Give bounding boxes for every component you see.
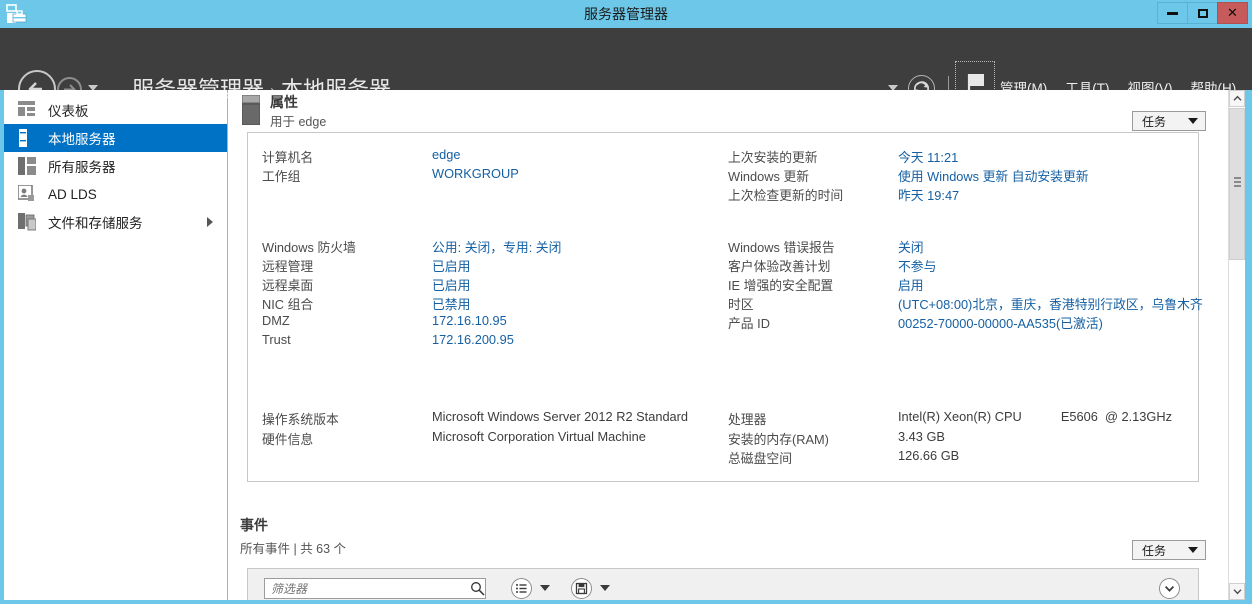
scroll-up-button[interactable] [1229,90,1245,107]
events-filter-bar [247,568,1199,600]
events-subtitle: 所有事件 | 共 63 个 [240,542,347,556]
property-value-hardware-info: Microsoft Corporation Virtual Machine [432,429,646,444]
property-label: 产品 ID [728,316,770,331]
property-label: 操作系统版本 [262,412,339,427]
server-manager-window: 服务器管理器 ✕ 服务器管理器›本地服务器 [0,0,1252,604]
property-value-ie-esc[interactable]: 启用 [898,275,924,294]
chevron-up-icon [1232,95,1242,101]
property-value-timezone[interactable]: (UTC+08:00)北京，重庆，香港特别行政区，乌鲁木齐 [898,294,1203,313]
property-label: 远程管理 [262,259,314,274]
chevron-down-icon [1188,547,1198,553]
property-value-computer-name[interactable]: edge [432,147,460,162]
query-list-icon[interactable] [511,578,532,599]
chevron-down-icon [1232,589,1242,595]
property-label: NIC 组合 [262,297,314,312]
server-icon [18,129,40,147]
window-controls: ✕ [1157,2,1248,26]
property-label: 上次安装的更新 [728,150,818,165]
sidebar-item-label: 本地服务器 [48,132,116,147]
ad-lds-icon [17,184,40,203]
dashboard-icon [18,101,40,119]
scroll-down-button[interactable] [1229,583,1245,600]
query-dropdown-chevron-down-icon[interactable] [540,585,550,591]
property-label: 上次检查更新的时间 [728,188,844,203]
property-value-error-reporting[interactable]: 关闭 [898,237,924,256]
property-label: Windows 错误报告 [728,240,835,255]
property-value-ceip[interactable]: 不参与 [898,256,936,275]
save-icon[interactable] [571,578,592,599]
events-title: 事件 [240,517,268,533]
chevron-right-icon [207,217,213,227]
grip-icon [1234,177,1241,189]
sidebar-item-dashboard[interactable]: 仪表板 [4,96,227,124]
page-title: 属性 [270,94,298,110]
scrollbar-thumb[interactable] [1229,108,1245,260]
properties-panel: 计算机名 edge 工作组 WORKGROUP 上次安装的更新 今天 11:21… [247,132,1203,482]
property-value-product-id[interactable]: 00252-70000-00000-AA535(已激活) [898,313,1103,332]
sidebar-item-label: 所有服务器 [48,160,116,175]
page-subtitle: 用于 edge [270,115,327,129]
chevron-down-icon [1188,118,1198,124]
property-label: 计算机名 [262,150,314,165]
property-value-workgroup[interactable]: WORKGROUP [432,166,519,181]
property-label: 工作组 [262,169,301,184]
content-pane: 属性 用于 edge 任务 计算机名 edge 工作组 WORKGROUP 上次… [228,90,1228,600]
sidebar-item-label: AD LDS [48,186,97,202]
sidebar: 仪表板 本地服务器 所有服务器 AD LDS 文件和存储服务 [4,90,227,600]
property-value-os-version: Microsoft Windows Server 2012 R2 Standar… [432,409,689,424]
property-value-total-disk-space: 126.66 GB [898,448,960,463]
property-label: 处理器 [728,412,767,427]
property-value-trust[interactable]: 172.16.200.95 [432,332,514,347]
property-value-firewall[interactable]: 公用: 关闭，专用: 关闭 [432,237,561,256]
server-icon [241,94,261,126]
chevron-down-circle-icon[interactable] [1159,578,1180,599]
property-label: 远程桌面 [262,278,314,293]
property-label: IE 增强的安全配置 [728,278,834,293]
navigation-bar: 服务器管理器›本地服务器 管理(M) 工具(T) 视图(V) 帮助(H) [0,28,1252,113]
all-servers-icon [18,157,40,175]
sidebar-item-ad-lds[interactable]: AD LDS [4,180,227,208]
property-value-windows-update[interactable]: 使用 Windows 更新 自动安装更新 [898,166,1089,185]
file-storage-icon [18,213,40,231]
property-label: 时区 [728,297,754,312]
window-title: 服务器管理器 [584,6,668,22]
search-icon[interactable] [470,581,485,600]
close-button[interactable]: ✕ [1217,2,1248,24]
property-label: 客户体验改善计划 [728,259,831,274]
property-value-processor: Intel(R) Xeon(R) CPU E5606 @ 2.13GHz [898,409,1173,424]
sidebar-item-local-server[interactable]: 本地服务器 [4,124,227,152]
events-tasks-button[interactable]: 任务 [1132,540,1206,560]
property-value-installed-memory: 3.43 GB [898,429,945,444]
property-label: 安装的内存(RAM) [728,432,829,447]
property-value-last-installed-update[interactable]: 今天 11:21 [898,147,958,166]
tasks-label: 任务 [1142,114,1167,129]
property-label: DMZ [262,313,290,328]
property-value-dmz[interactable]: 172.16.10.95 [432,313,507,328]
filter-input[interactable] [264,578,486,599]
properties-tasks-button[interactable]: 任务 [1132,111,1206,131]
property-value-last-checked-update[interactable]: 昨天 19:47 [898,185,959,204]
property-label: Trust [262,332,291,347]
save-dropdown-chevron-down-icon[interactable] [600,585,610,591]
sidebar-item-label: 仪表板 [48,104,89,119]
title-bar: 服务器管理器 ✕ [0,0,1252,28]
maximize-button[interactable] [1187,2,1218,24]
property-value-remote-management[interactable]: 已启用 [432,256,470,275]
property-label: Windows 防火墙 [262,240,356,255]
sidebar-item-file-storage-services[interactable]: 文件和存储服务 [4,208,227,236]
sidebar-item-label: 文件和存储服务 [48,216,143,231]
property-label: 硬件信息 [262,432,314,447]
property-label: 总磁盘空间 [728,451,792,466]
properties-header: 属性 用于 edge 任务 [228,90,1228,131]
property-label: Windows 更新 [728,169,810,184]
property-value-remote-desktop[interactable]: 已启用 [432,275,470,294]
minimize-button[interactable] [1157,2,1188,24]
sidebar-item-all-servers[interactable]: 所有服务器 [4,152,227,180]
property-value-nic-teaming[interactable]: 已禁用 [432,294,470,313]
events-header: 事件 所有事件 | 共 63 个 [240,515,346,557]
tasks-label: 任务 [1142,543,1167,558]
vertical-scrollbar[interactable] [1228,90,1245,600]
